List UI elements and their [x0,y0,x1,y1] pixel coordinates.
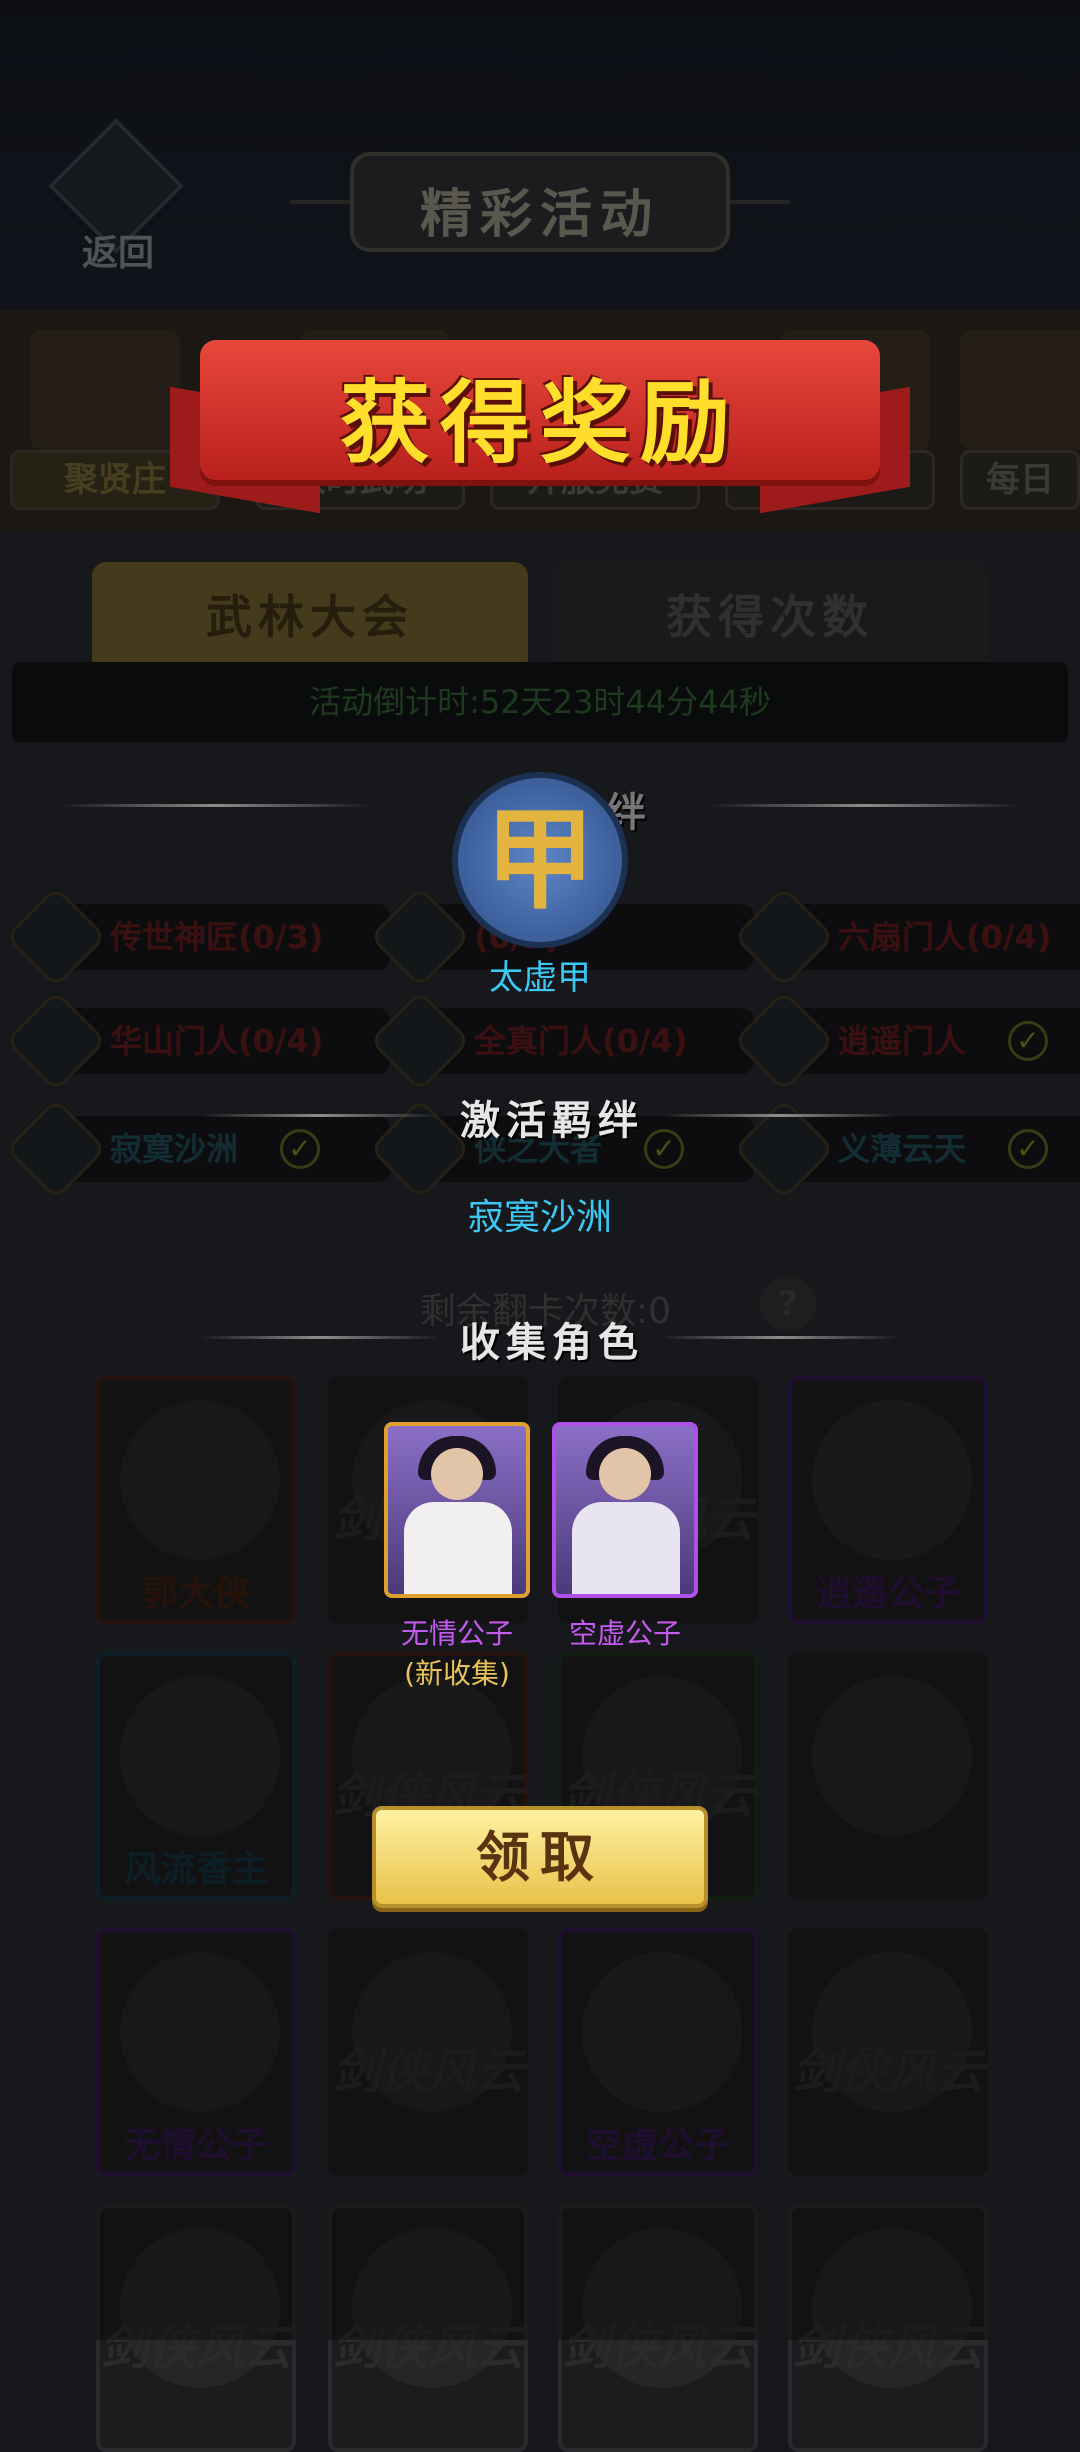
character-face [599,1448,651,1500]
character-face [431,1448,483,1500]
divider [200,1114,440,1117]
divider [200,1336,440,1339]
claim-label: 领取 [476,1825,604,1889]
divider [60,804,370,807]
new-collect-note: (新收集) [404,1657,510,1690]
item-icon: 甲 [452,772,628,948]
character-body [404,1502,512,1594]
divider [660,1336,900,1339]
reward-character-name: 空虚公子 [568,1617,681,1650]
reward-title: 获得奖励 [340,370,740,476]
reward-character-card [552,1422,698,1598]
activated-bond-name: 寂寞沙洲 [467,1197,612,1238]
divider [660,1114,900,1117]
claim-button[interactable]: 领取 [372,1806,708,1908]
armor-icon: 甲 [485,796,595,924]
character-body [572,1502,680,1594]
collect-label: 收集角色 [460,1320,644,1366]
divider [710,804,1020,807]
reward-character-card [384,1422,530,1598]
item-name: 太虚甲 [489,958,591,998]
activate-bond-label: 激活羁绊 [460,1098,644,1144]
